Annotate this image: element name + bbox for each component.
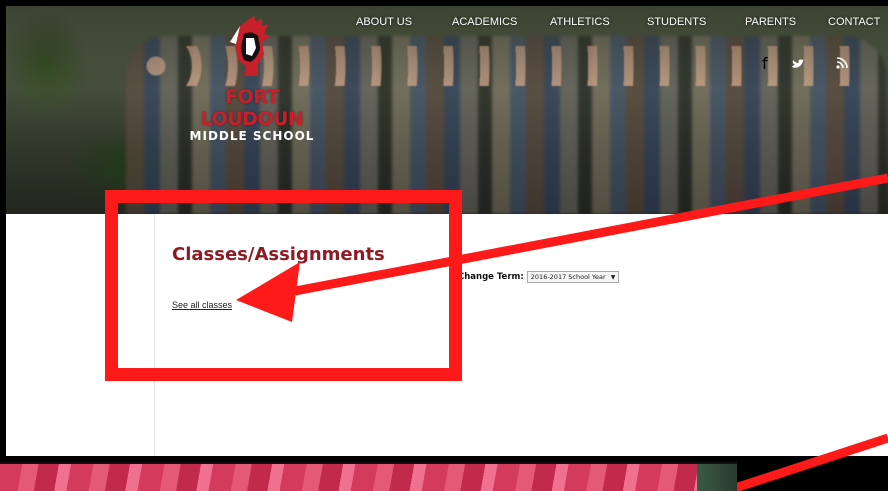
nav-item-students[interactable]: STUDENTS <box>647 16 706 28</box>
next-screenshot-strip <box>0 462 737 491</box>
twitter-bird-glyph <box>792 59 804 68</box>
term-label: Change Term: <box>458 272 524 282</box>
school-name-line2: MIDDLE SCHOOL <box>189 129 315 143</box>
term-selector: Change Term: 2016-2017 School Year ▼ <box>458 271 620 283</box>
facebook-icon[interactable]: f <box>762 54 768 73</box>
indian-head-logo-icon[interactable] <box>220 14 276 80</box>
hero-photo-shade <box>6 6 888 214</box>
school-wordmark[interactable]: FORT LOUDOUN MIDDLE SCHOOL <box>172 86 332 143</box>
rss-icon[interactable] <box>836 54 848 73</box>
nav-item-about-us[interactable]: ABOUT US <box>356 16 412 28</box>
twitter-icon[interactable] <box>792 54 804 73</box>
school-name-line1: FORT LOUDOUN <box>200 86 304 130</box>
nav-item-contact[interactable]: CONTACT <box>828 16 880 28</box>
facebook-glyph: f <box>762 54 768 73</box>
annotation-highlight-box <box>105 190 462 381</box>
rss-glyph <box>836 57 848 69</box>
nav-item-athletics[interactable]: ATHLETICS <box>550 16 610 28</box>
term-dropdown[interactable]: 2016-2017 School Year ▼ <box>526 271 620 283</box>
term-dropdown-value: 2016-2017 School Year <box>530 273 606 281</box>
chevron-down-icon: ▼ <box>610 273 616 281</box>
hero-banner: FORT LOUDOUN MIDDLE SCHOOL ABOUT US ACAD… <box>6 6 888 214</box>
nav-item-parents[interactable]: PARENTS <box>745 16 796 28</box>
nav-item-academics[interactable]: ACADEMICS <box>452 16 517 28</box>
